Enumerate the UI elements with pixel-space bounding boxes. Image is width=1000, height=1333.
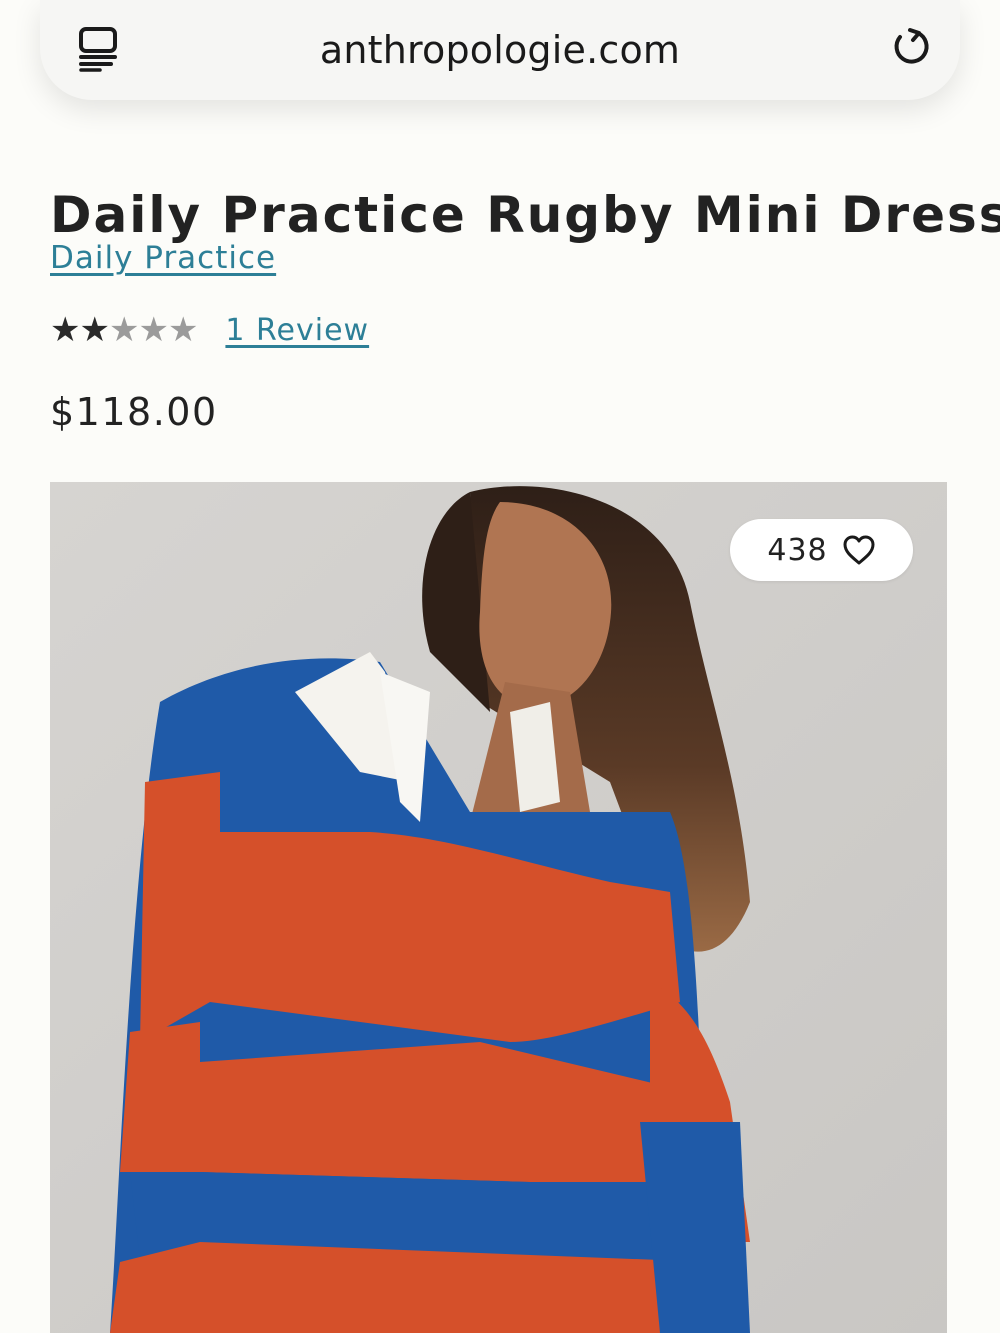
star-icon: ★ xyxy=(167,310,199,350)
product-image[interactable] xyxy=(50,482,947,1333)
product-price: $118.00 xyxy=(50,390,218,434)
product-page: anthropologie.com Daily Practice Rugby M… xyxy=(0,0,1000,1333)
heart-outline-icon xyxy=(842,534,876,566)
favorite-button[interactable]: 438 xyxy=(730,519,913,581)
star-icon: ★ xyxy=(50,310,81,350)
star-icon: ★ xyxy=(108,310,140,350)
url-text[interactable]: anthropologie.com xyxy=(320,28,680,72)
star-icon: ★ xyxy=(138,310,169,350)
address-bar[interactable]: anthropologie.com xyxy=(40,0,960,100)
reload-icon[interactable] xyxy=(888,24,934,70)
review-link[interactable]: 1 Review xyxy=(225,313,369,348)
star-icon: ★ xyxy=(79,310,110,350)
rating-row: ★ ★ ★ ★ ★ 1 Review xyxy=(50,312,369,348)
product-title: Daily Practice Rugby Mini Dress xyxy=(50,185,1000,244)
star-rating: ★ ★ ★ ★ ★ xyxy=(50,310,199,350)
brand-link[interactable]: Daily Practice xyxy=(50,240,276,276)
favorite-count: 438 xyxy=(767,532,828,568)
tabs-icon[interactable] xyxy=(78,26,118,72)
